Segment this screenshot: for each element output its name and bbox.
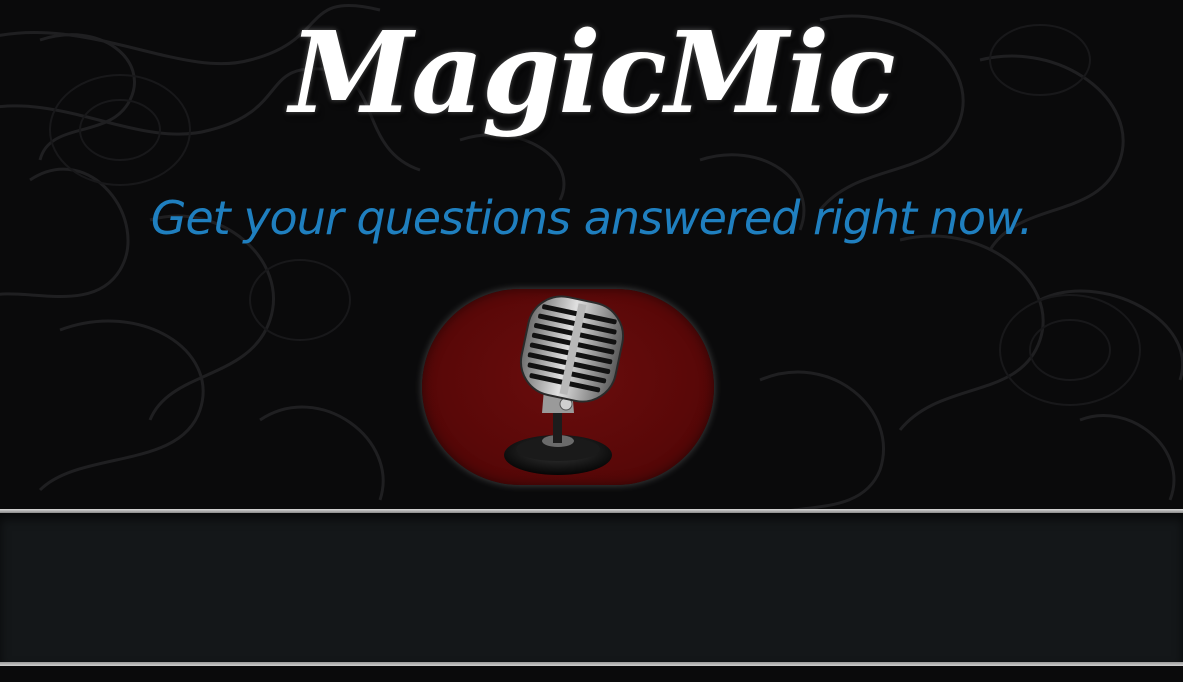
page: MagicMic Get your questions answered rig… — [0, 0, 1183, 682]
panel-bottom-divider — [0, 662, 1183, 666]
tagline: Get your questions answered right now. — [150, 191, 1034, 245]
record-button[interactable] — [422, 289, 714, 485]
microphone-icon — [504, 295, 625, 475]
response-panel — [0, 513, 1183, 662]
app-title: MagicMic — [289, 8, 895, 139]
